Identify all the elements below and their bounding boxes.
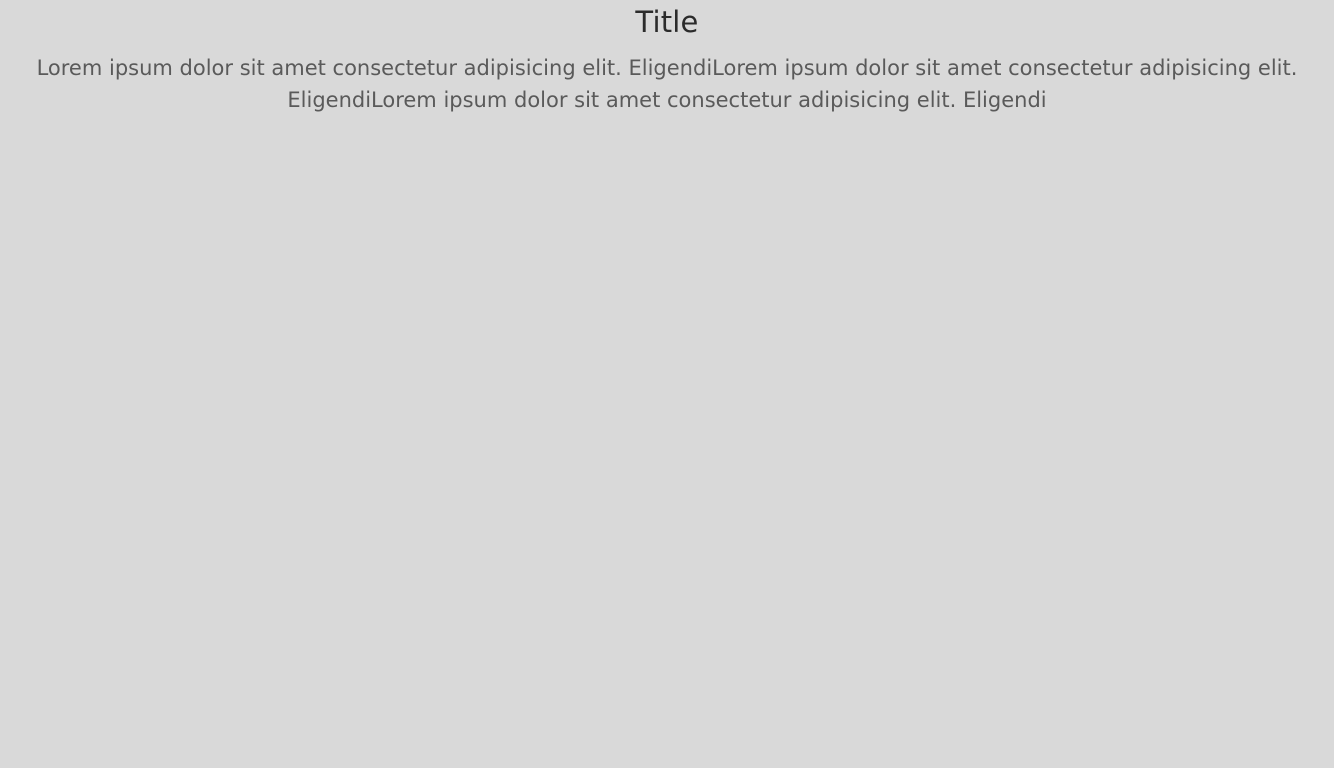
- page-title: Title: [635, 5, 699, 39]
- intro-paragraph: Lorem ipsum dolor sit amet consectetur a…: [36, 56, 1298, 112]
- page: Title Lorem ipsum dolor sit amet consect…: [0, 0, 1334, 768]
